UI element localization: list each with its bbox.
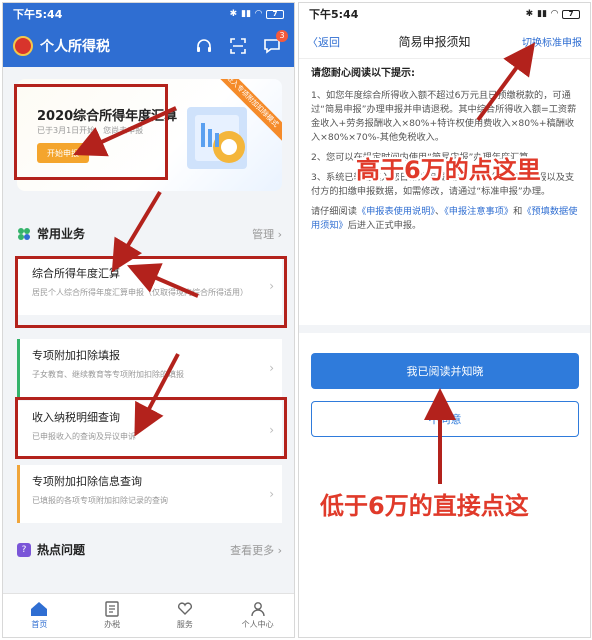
bottom-tabbar: 首页 办税 服务 个人中心	[3, 593, 294, 637]
person-icon	[250, 602, 265, 617]
status-time: 下午5:44	[309, 8, 359, 21]
tab-home[interactable]: 首页	[3, 594, 76, 637]
highlight-box-banner	[14, 84, 168, 180]
view-more-link[interactable]: 查看更多 ›	[230, 542, 282, 558]
switch-standard-button[interactable]: 切换标准申报	[502, 34, 582, 49]
callout-above-60k: 高于6万的点这里	[356, 156, 541, 184]
page-title: 简易申报须知	[398, 35, 471, 49]
notice-read-links: 请仔细阅读《申报表使用说明》、《申报注意事项》和《预填数据使用须知》后进入正式申…	[311, 205, 578, 233]
view-more-label: 查看更多	[230, 543, 275, 557]
card-subtitle: 已填报的各项专项附加扣除记录的查询	[32, 496, 168, 505]
message-badge: 3	[276, 30, 288, 42]
card-title: 专项附加扣除信息查询	[32, 475, 142, 488]
emblem-icon	[13, 36, 33, 56]
status-icons: ✱ ▮▮ ◠ 7	[526, 9, 580, 19]
back-button[interactable]: 〈返回	[307, 34, 367, 50]
wifi-icon: ◠	[255, 9, 262, 19]
tab-label: 服务	[176, 620, 193, 629]
chevron-right-icon: ›	[269, 487, 274, 501]
callout-below-60k: 低于6万的直接点这	[320, 492, 529, 520]
section-title: 常用业务	[37, 227, 86, 241]
bluetooth-icon: ✱	[525, 9, 534, 19]
illustration-image	[187, 107, 247, 169]
tab-label: 个人中心	[241, 620, 274, 629]
divider	[299, 325, 590, 333]
battery-icon: 7	[266, 9, 284, 19]
app-header: 个人所得税 3	[3, 25, 294, 67]
message-icon[interactable]: 3	[260, 30, 288, 58]
chevron-right-icon: ›	[269, 361, 274, 375]
card-special-deduction-query[interactable]: 专项附加扣除信息查询 已填报的各项专项附加扣除记录的查询 ›	[17, 465, 282, 523]
highlight-box-settlement	[15, 256, 287, 328]
scan-icon[interactable]	[226, 34, 250, 58]
status-icons: ✱ ▮▮ ◠ 7	[230, 9, 284, 19]
read-suffix: 后进入正式申报。	[347, 220, 422, 231]
card-title: 专项附加扣除填报	[32, 349, 120, 362]
document-icon	[105, 601, 119, 617]
battery-icon: 7	[562, 9, 580, 19]
manage-label: 管理	[252, 227, 275, 241]
tab-tax[interactable]: 办税	[76, 594, 149, 637]
tab-profile[interactable]: 个人中心	[221, 594, 294, 637]
card-subtitle: 子女教育、继续教育等专项附加扣除的填报	[32, 370, 184, 379]
disagree-button[interactable]: 不同意	[311, 401, 579, 437]
section-title: 热点问题	[37, 543, 86, 557]
tab-service[interactable]: 服务	[149, 594, 222, 637]
status-bar: 下午5:44 ✱ ▮▮ ◠ 7	[299, 3, 590, 25]
heart-hands-icon	[177, 602, 192, 615]
hot-questions-header: ? 热点问题 查看更多 ›	[17, 541, 282, 558]
read-acknowledge-button[interactable]: 我已阅读并知晓	[311, 353, 579, 389]
signal-icon: ▮▮	[241, 9, 252, 19]
chevron-left-icon: 〈	[307, 35, 318, 49]
grid-icon	[18, 227, 30, 240]
app-title: 个人所得税	[40, 39, 110, 55]
read-prefix: 请仔细阅读	[311, 206, 357, 217]
and-text: 和	[513, 206, 523, 217]
manage-link[interactable]: 管理 ›	[252, 226, 282, 242]
card-special-deduction-fill[interactable]: 专项附加扣除填报 子女教育、继续教育等专项附加扣除的填报 ›	[17, 339, 282, 397]
status-bar: 下午5:44 ✱ ▮▮ ◠ 7	[3, 3, 294, 25]
tab-label: 办税	[104, 620, 121, 629]
tab-label: 首页	[31, 620, 48, 629]
headset-icon[interactable]	[192, 34, 216, 58]
nav-bar: 〈返回 简易申报须知 切换标准申报	[299, 25, 590, 59]
notice-para-1: 1、如您年度综合所得收入额不超过6万元且已预缴税款的，可通过“简易申报”办理申报…	[311, 90, 577, 143]
link-declare-notes[interactable]: 《申报注意事项》	[444, 206, 513, 217]
link-form-instructions[interactable]: 《申报表使用说明》	[357, 206, 435, 217]
signal-icon: ▮▮	[537, 9, 548, 19]
notice-heading: 请您耐心阅读以下提示:	[311, 68, 415, 79]
home-icon	[31, 602, 48, 616]
question-icon: ?	[17, 542, 31, 557]
back-label: 返回	[318, 35, 340, 49]
right-screen: 下午5:44 ✱ ▮▮ ◠ 7 〈返回 简易申报须知 切换标准申报 请您耐心阅读…	[298, 2, 591, 638]
wifi-icon: ◠	[551, 9, 558, 19]
highlight-box-income-query	[15, 397, 287, 459]
status-time: 下午5:44	[13, 8, 63, 21]
common-services-header: 常用业务 管理 ›	[17, 225, 282, 242]
bluetooth-icon: ✱	[229, 9, 238, 19]
separator: 、	[435, 206, 445, 217]
